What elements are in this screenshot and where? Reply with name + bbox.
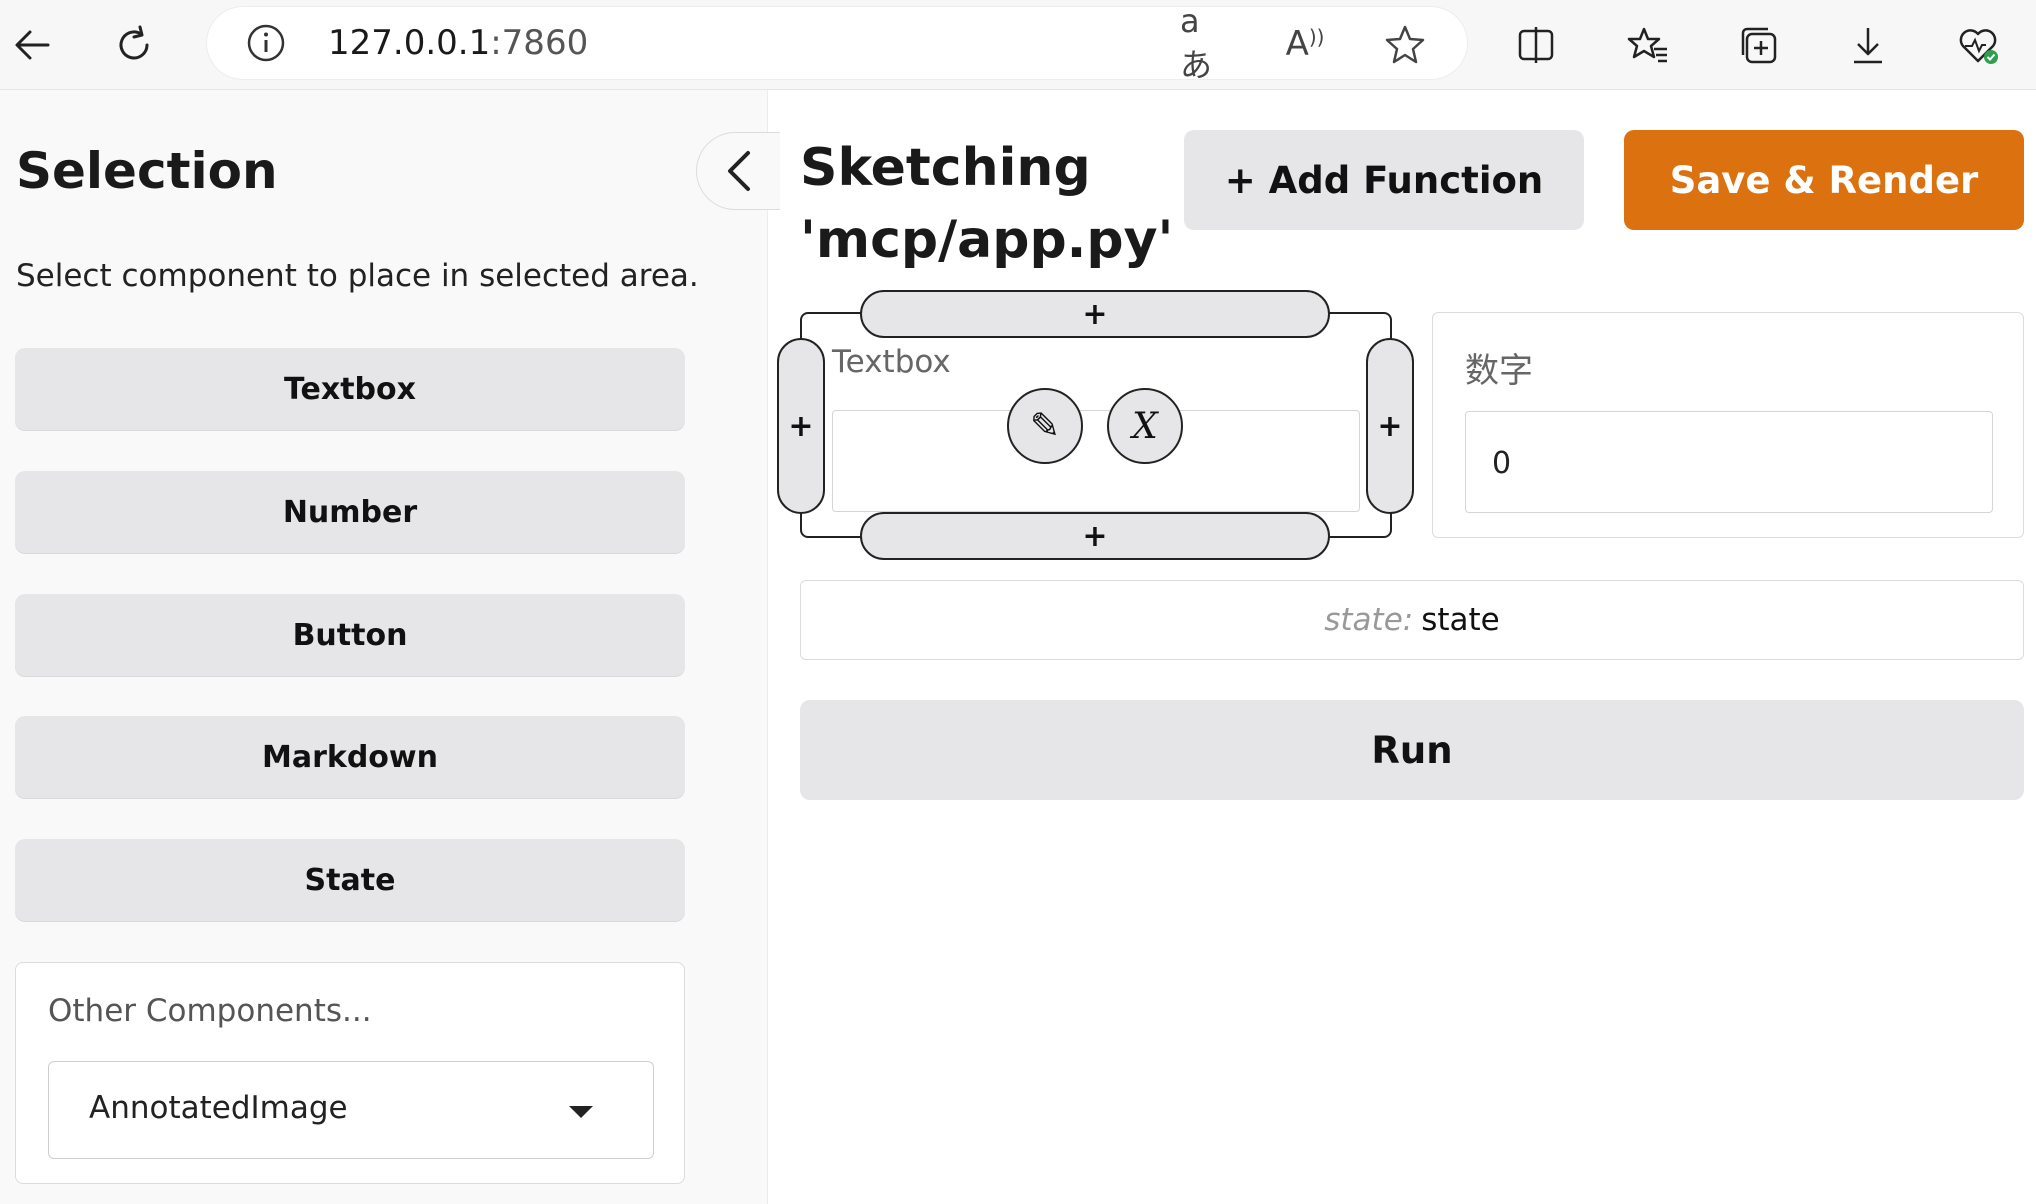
close-icon: X	[1132, 405, 1158, 447]
url-text: 127.0.0.1:7860	[328, 22, 588, 64]
favorites-icon[interactable]	[1616, 13, 1680, 77]
url-port: :7860	[490, 23, 589, 63]
number-component: 数字 0	[1432, 312, 2024, 538]
sidebar-description: Select component to place in selected ar…	[16, 258, 699, 294]
state-component-button[interactable]: State	[15, 839, 685, 921]
pencil-icon: ✎	[1029, 405, 1061, 447]
translate-icon[interactable]: aあ	[1180, 2, 1226, 84]
sidebar-title: Selection	[16, 142, 278, 200]
collapse-sidebar-button[interactable]	[696, 132, 780, 210]
download-icon[interactable]	[1836, 13, 1900, 77]
textbox-component-button[interactable]: Textbox	[15, 348, 685, 430]
browser-essentials-icon[interactable]	[1946, 13, 2010, 77]
state-component: state: state	[800, 580, 2024, 660]
back-icon[interactable]	[0, 13, 64, 77]
page-title-line2: 'mcp/app.py'	[800, 210, 1174, 270]
read-aloud-glyph: A	[1285, 24, 1309, 64]
add-right-button[interactable]: +	[1366, 338, 1414, 514]
number-label: 数字	[1465, 351, 1533, 391]
page-title: Sketching 'mcp/app.py'	[800, 132, 1173, 276]
read-aloud-icon[interactable]: A))	[1282, 21, 1328, 67]
browser-toolbar: 127.0.0.1:7860 aあ A))	[0, 0, 2036, 90]
translate-glyph: aあ	[1180, 2, 1213, 84]
chevron-down-icon	[569, 1106, 593, 1118]
edit-component-button[interactable]: ✎	[1007, 388, 1083, 464]
other-components-panel: Other Components... AnnotatedImage	[15, 962, 685, 1184]
site-info-icon[interactable]	[246, 23, 286, 63]
state-key: state:	[1324, 602, 1414, 638]
sidebar: Selection Select component to place in s…	[0, 90, 768, 1204]
number-input[interactable]: 0	[1465, 411, 1993, 513]
textbox-label: Textbox	[832, 344, 951, 380]
other-components-dropdown[interactable]: AnnotatedImage	[48, 1061, 654, 1159]
favorite-star-icon[interactable]	[1382, 21, 1428, 67]
number-component-button[interactable]: Number	[15, 471, 685, 553]
state-value: state	[1421, 602, 1500, 638]
address-bar[interactable]: 127.0.0.1:7860 aあ A))	[206, 2, 1468, 84]
url-host: 127.0.0.1	[328, 23, 491, 63]
add-above-button[interactable]: +	[860, 290, 1330, 338]
dropdown-selected-value: AnnotatedImage	[89, 1090, 348, 1126]
collections-icon[interactable]	[1726, 13, 1790, 77]
add-function-button[interactable]: + Add Function	[1184, 130, 1584, 230]
chevron-left-icon	[727, 151, 750, 191]
delete-component-button[interactable]: X	[1107, 388, 1183, 464]
number-input-value: 0	[1492, 446, 1512, 481]
button-component-button[interactable]: Button	[15, 594, 685, 676]
split-screen-icon[interactable]	[1504, 13, 1568, 77]
other-components-label: Other Components...	[48, 993, 372, 1029]
add-left-button[interactable]: +	[777, 338, 825, 514]
markdown-component-button[interactable]: Markdown	[15, 716, 685, 798]
add-below-button[interactable]: +	[860, 512, 1330, 560]
run-button[interactable]: Run	[800, 700, 2024, 800]
page-title-line1: Sketching	[800, 138, 1091, 198]
save-render-button[interactable]: Save & Render	[1624, 130, 2024, 230]
refresh-icon[interactable]	[102, 13, 166, 77]
textbox-input[interactable]	[832, 410, 1360, 512]
